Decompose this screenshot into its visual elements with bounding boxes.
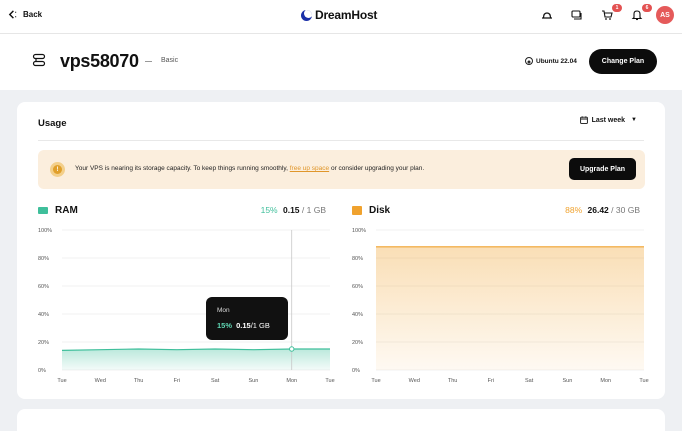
disk-used: 26.42 [588,205,609,215]
disk-total: / 30 GB [611,205,640,215]
ram-y-tick-label: 100% [38,228,52,234]
ram-x-tick-label: Sat [211,378,220,384]
notifications-bell-icon[interactable]: 6 [630,8,644,22]
server-name: vps58070 [60,51,139,72]
dreamhost-logo[interactable]: DreamHost [301,8,377,22]
free-up-space-link[interactable]: free up space [290,165,329,172]
divider [38,140,644,141]
usage-card: Usage Last week ▼ ! Your VPS is nearing … [17,102,665,399]
messages-icon[interactable] [570,8,584,22]
alert-message: Your VPS is nearing its storage capacity… [75,165,424,172]
back-label: Back [23,10,42,19]
separator [145,61,152,62]
ram-x-tick-label: Tue [57,378,66,384]
change-plan-button[interactable]: Change Plan [589,49,657,74]
database-stack-icon [352,206,362,215]
tooltip-value: 15% 0.15/1 GB [217,321,270,330]
next-section-card [17,409,665,431]
disk-y-tick-label: 80% [352,256,363,262]
tooltip-total: /1 GB [251,321,270,330]
disk-y-tick-label: 60% [352,284,363,290]
disk-x-tick-label: Sat [525,378,534,384]
disk-usage-metric: 88% 26.42 / 30 GB [565,205,640,215]
upgrade-plan-button[interactable]: Upgrade Plan [569,158,636,180]
ram-usage-chart: 0% 20% 40% 60% 80% 100% Tue Wed Thu Fri Sat Sun Mon T… [34,226,336,391]
ram-chart-svg: 0% 20% 40% 60% 80% 100% Tue Wed Thu Fri Sat Sun Mon T… [34,226,336,386]
disk-x-tick-label: Mon [600,378,611,384]
server-header: vps58070 Basic ◉ Ubuntu 22.04 Change Pla… [0,34,682,90]
ram-x-tick-label: Fri [174,378,180,384]
ram-chart-tooltip: Mon 15% 0.15/1 GB [206,297,288,340]
disk-x-tick-label: Thu [448,378,457,384]
disk-x-tick-label: Tue [639,378,648,384]
ram-title: RAM [55,205,78,216]
disk-y-tick-label: 0% [352,368,360,374]
ram-usage-metric: 15% 0.15 / 1 GB [261,205,326,215]
hosting-icon[interactable] [540,8,554,22]
ram-x-tick-label: Sun [249,378,259,384]
ram-x-tick-label: Mon [286,378,297,384]
user-avatar[interactable]: AS [656,6,674,24]
disk-y-tick-label: 40% [352,312,363,318]
ram-series-area [62,349,330,370]
disk-percent: 88% [565,205,582,215]
ram-y-tick-label: 0% [38,368,46,374]
notifications-count-badge: 6 [642,4,652,12]
ram-y-tick-label: 60% [38,284,49,290]
date-range-label: Last week [592,117,625,124]
dreamhost-moon-icon [301,10,312,21]
disk-x-tick-label: Tue [371,378,380,384]
ram-hover-point [290,347,294,351]
alert-text-start: Your VPS is nearing its storage capacity… [75,165,288,172]
ram-y-tick-label: 20% [38,340,49,346]
disk-title: Disk [369,205,390,216]
ram-y-tick-label: 40% [38,312,49,318]
os-name: Ubuntu 22.04 [536,58,577,65]
ram-percent: 15% [261,205,278,215]
warning-icon: ! [50,162,65,177]
calendar-icon [580,116,588,124]
cart-icon[interactable]: 1 [600,8,614,22]
back-arrow-icon [8,10,17,19]
memory-chip-icon [38,207,48,214]
ram-total: / 1 GB [302,205,326,215]
disk-x-tick-label: Sun [563,378,573,384]
disk-x-tick-label: Fri [488,378,494,384]
ram-used: 0.15 [283,205,300,215]
ram-x-tick-label: Tue [325,378,334,384]
caret-down-icon: ▼ [631,117,637,123]
disk-y-tick-label: 20% [352,340,363,346]
ubuntu-icon: ◉ [525,57,533,65]
server-icon [32,53,46,67]
disk-chart-svg: 0% 20% 40% 60% 80% 100% Tue Wed Thu Fri Sat Sun Mon T… [348,226,650,386]
tooltip-used: 0.15 [236,321,251,330]
brand-name: DreamHost [315,8,377,22]
ram-panel-header: RAM [38,203,78,217]
disk-usage-chart: 0% 20% 40% 60% 80% 100% Tue Wed Thu Fri Sat Sun Mon T… [348,226,650,391]
tooltip-day: Mon [217,307,230,314]
os-info: ◉ Ubuntu 22.04 [525,57,577,65]
back-button[interactable]: Back [8,10,42,19]
disk-panel-header: Disk [352,203,390,217]
ram-x-tick-label: Thu [134,378,143,384]
alert-text-end: or consider upgrading your plan. [331,165,424,172]
cart-count-badge: 1 [612,4,622,12]
storage-warning-alert: ! Your VPS is nearing its storage capaci… [38,150,645,189]
top-navigation-bar: Back DreamHost 1 6 AS [0,0,682,34]
server-plan: Basic [161,57,178,64]
tooltip-percent: 15% [217,321,232,330]
disk-series-area [376,247,644,370]
usage-title: Usage [38,118,67,129]
disk-y-tick-label: 100% [352,228,366,234]
ram-x-tick-label: Wed [95,378,106,384]
ram-y-tick-label: 80% [38,256,49,262]
date-range-dropdown[interactable]: Last week ▼ [580,116,637,124]
disk-x-tick-label: Wed [409,378,420,384]
